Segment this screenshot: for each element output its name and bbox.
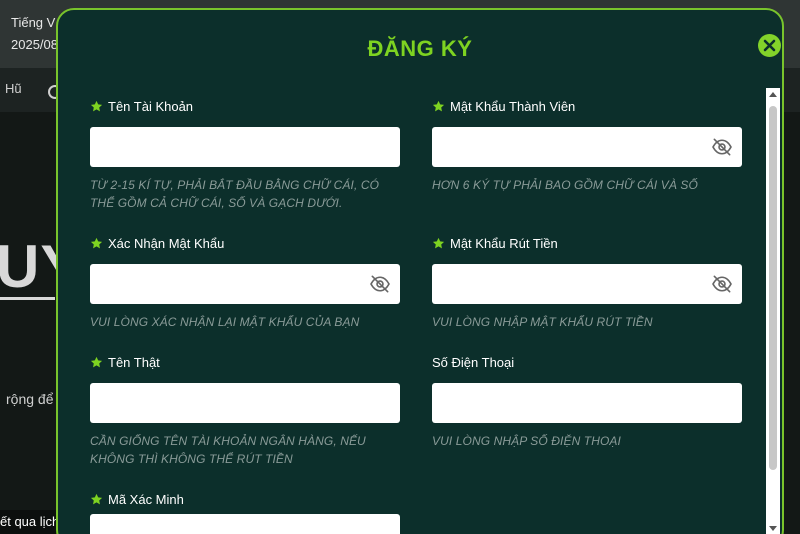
real-name-label-row: Tên Thật [90, 353, 400, 371]
withdraw-password-input-box[interactable] [432, 264, 742, 304]
required-star-icon [90, 356, 103, 367]
password-input[interactable] [432, 127, 742, 167]
language-selector[interactable]: Tiếng V [11, 15, 55, 30]
eye-slash-icon[interactable] [711, 275, 733, 293]
phone-hint: VUI LÒNG NHẬP SỐ ĐIỆN THOẠI [432, 434, 621, 448]
verify-code-label: Mã Xác Minh [108, 491, 184, 507]
required-star-icon [90, 237, 103, 248]
scroll-up-arrow-icon[interactable] [769, 92, 777, 97]
eye-slash-icon[interactable] [711, 138, 733, 156]
required-star-icon [90, 100, 103, 111]
password-hint: HƠN 6 KÝ TỰ PHẢI BAO GỒM CHỮ CÁI VÀ SỐ [432, 178, 698, 192]
phone-field-group: Số Điện Thoại VUI LÒNG NHẬP SỐ ĐIỆN THOẠ… [432, 353, 742, 450]
required-star-icon [432, 100, 445, 111]
real-name-label: Tên Thật [108, 354, 160, 370]
phone-input[interactable] [432, 383, 742, 423]
verify-code-input-box[interactable] [90, 514, 400, 534]
confirm-password-input[interactable] [90, 264, 400, 304]
username-label: Tên Tài Khoản [108, 98, 194, 114]
withdraw-password-hint: VUI LÒNG NHẬP MẬT KHẨU RÚT TIỀN [432, 315, 653, 329]
real-name-input[interactable] [90, 383, 400, 423]
phone-label: Số Điện Thoại [432, 354, 515, 370]
close-button[interactable] [758, 34, 781, 57]
phone-input-box[interactable] [432, 383, 742, 423]
password-label-row: Mật Khẩu Thành Viên [432, 97, 742, 115]
nav-item[interactable]: Hũ [5, 81, 22, 96]
confirm-password-hint: VUI LÒNG XÁC NHẬN LẠI MẬT KHẨU CỦA BẠN [90, 315, 360, 329]
confirm-password-label: Xác Nhận Mật Khẩu [108, 235, 225, 251]
real-name-field-group: Tên Thật CẦN GIỐNG TÊN TÀI KHOẢN NGÂN HÀ… [90, 353, 400, 468]
background-body-text: rộng để [6, 391, 54, 407]
withdraw-password-input[interactable] [432, 264, 742, 304]
confirm-password-label-row: Xác Nhận Mật Khẩu [90, 234, 400, 252]
password-input-box[interactable] [432, 127, 742, 167]
close-icon [763, 39, 776, 52]
username-label-row: Tên Tài Khoản [90, 97, 400, 115]
verify-code-field-group: Mã Xác Minh [90, 490, 400, 534]
phone-label-row: Số Điện Thoại [432, 353, 742, 371]
password-field-group: Mật Khẩu Thành Viên HƠN 6 KÝ TỰ PHẢI BAO… [432, 97, 742, 194]
register-modal: ĐĂNG KÝ Tên Tài Khoản TỪ 2-15 KÍ TỰ, PHẢ… [56, 8, 784, 534]
real-name-input-box[interactable] [90, 383, 400, 423]
scroll-down-arrow-icon[interactable] [769, 526, 777, 531]
eye-slash-icon[interactable] [369, 275, 391, 293]
username-hint: TỪ 2-15 KÍ TỰ, PHẢI BẮT ĐẦU BẰNG CHỮ CÁI… [90, 178, 380, 210]
withdraw-password-field-group: Mật Khẩu Rút Tiền VUI LÒNG NHẬP MẬT KHẨU… [432, 234, 742, 331]
required-star-icon [432, 237, 445, 248]
verify-code-label-row: Mã Xác Minh [90, 490, 400, 508]
modal-title: ĐĂNG KÝ [367, 36, 473, 61]
header-date: 2025/08 [11, 37, 58, 52]
scrollbar-thumb[interactable] [769, 106, 777, 470]
username-field-group: Tên Tài Khoản TỪ 2-15 KÍ TỰ, PHẢI BẮT ĐẦ… [90, 97, 400, 212]
username-input[interactable] [90, 127, 400, 167]
real-name-hint: CẦN GIỐNG TÊN TÀI KHOẢN NGÂN HÀNG, NẾU K… [90, 434, 366, 466]
confirm-password-input-box[interactable] [90, 264, 400, 304]
password-label: Mật Khẩu Thành Viên [450, 98, 576, 114]
username-input-box[interactable] [90, 127, 400, 167]
verify-code-input[interactable] [90, 514, 400, 534]
confirm-password-field-group: Xác Nhận Mật Khẩu VUI LÒNG XÁC NHẬN LẠI … [90, 234, 400, 331]
scrollbar[interactable] [766, 88, 780, 534]
withdraw-password-label-row: Mật Khẩu Rút Tiền [432, 234, 742, 252]
required-star-icon [90, 493, 103, 504]
withdraw-password-label: Mật Khẩu Rút Tiền [450, 235, 558, 251]
heading-underline [0, 297, 55, 300]
